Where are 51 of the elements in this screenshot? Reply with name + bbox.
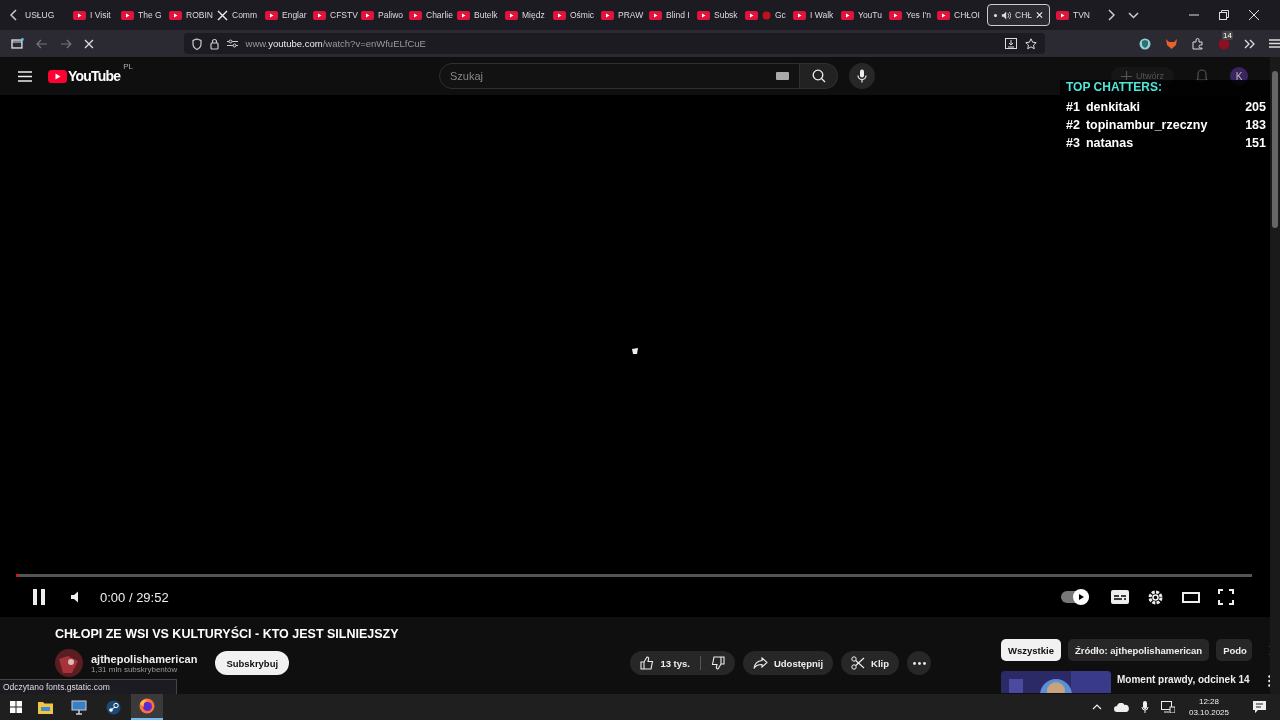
chatter-rank: #2 [1066,117,1080,134]
browser-tab[interactable]: PRAW [599,4,647,26]
browser-tab[interactable]: Gc [743,4,791,26]
clock-time[interactable]: 12:28 [1198,696,1219,707]
browser-tab[interactable]: I Walk [791,4,839,26]
video-title: CHŁOPI ZE WSI VS KULTURYŚCI - KTO JEST SILNIEJSZY [55,627,400,641]
browser-tab[interactable]: Blind I [647,4,695,26]
browser-tab[interactable]: CFSTV [311,4,359,26]
browser-tab[interactable]: Butelk [455,4,503,26]
chatter-rank: #3 [1066,135,1080,152]
time-display: 0:00 / 29:52 [100,589,169,605]
share-button[interactable]: Udostępnij [742,651,834,675]
address-bar[interactable]: www.youtube.com/watch?v=enWfuELfCuE [183,33,1045,54]
filter-chip[interactable]: Podo [1216,639,1253,661]
browser-tab[interactable]: CHŁOI [935,4,983,26]
youtube-wordmark[interactable]: YouTube [68,68,121,84]
browser-tab[interactable]: Englar [263,4,311,26]
chatter-name: topinambur_rzeczny [1085,117,1208,134]
url-text: www.youtube.com/watch?v=enWfuELfCuE [245,38,426,49]
browser-tab[interactable]: CHŁ [987,4,1050,26]
subscriber-count: 1,31 mln subskrybentów [91,664,178,674]
notification-badge: 14 [1222,30,1233,40]
browser-tab[interactable]: Paliwo [359,4,407,26]
channel-name[interactable]: ajthepolishamerican [91,652,198,665]
browser-tab[interactable]: I Visit [71,4,119,26]
message-count: 151 [1245,135,1266,152]
browser-tab[interactable]: The G [119,4,167,26]
chatter-rank: #1 [1066,99,1080,116]
message-count: 183 [1245,117,1266,134]
browser-tab[interactable]: Charlie [407,4,455,26]
filter-chip[interactable]: Wszystkie [1001,639,1061,661]
search-field[interactable]: Szukaj [439,63,800,89]
clip-button[interactable]: Klip [841,651,899,675]
browser-tab[interactable]: TVN [1054,4,1102,26]
browser-tab[interactable]: YouTu [839,4,887,26]
chatter-name: natanas [1085,135,1134,152]
chatter-name: denkitaki [1085,99,1141,116]
recommended-video-title[interactable]: Moment prawdy, odcinek 14 [1117,674,1250,685]
browser-tab[interactable]: Międz [503,4,551,26]
browser-tab[interactable]: Comm [215,4,263,26]
message-count: 205 [1245,99,1266,116]
clock-date[interactable]: 03.10.2025 [1188,707,1229,718]
subscribe-button[interactable]: Subskrybuj [215,651,290,675]
browser-tab[interactable]: Subsk [695,4,743,26]
browser-tab[interactable]: ROBIN [167,4,215,26]
status-tooltip: Odczytano fonts.gstatic.com [0,679,177,694]
region-code: PL [123,62,133,71]
browser-tab[interactable]: Yes I'n [887,4,935,26]
browser-tab[interactable]: USŁUG [23,4,71,26]
filter-chip[interactable]: Źródło: ajthepolishamerican [1067,639,1210,661]
browser-tab[interactable]: Ośmic [551,4,599,26]
